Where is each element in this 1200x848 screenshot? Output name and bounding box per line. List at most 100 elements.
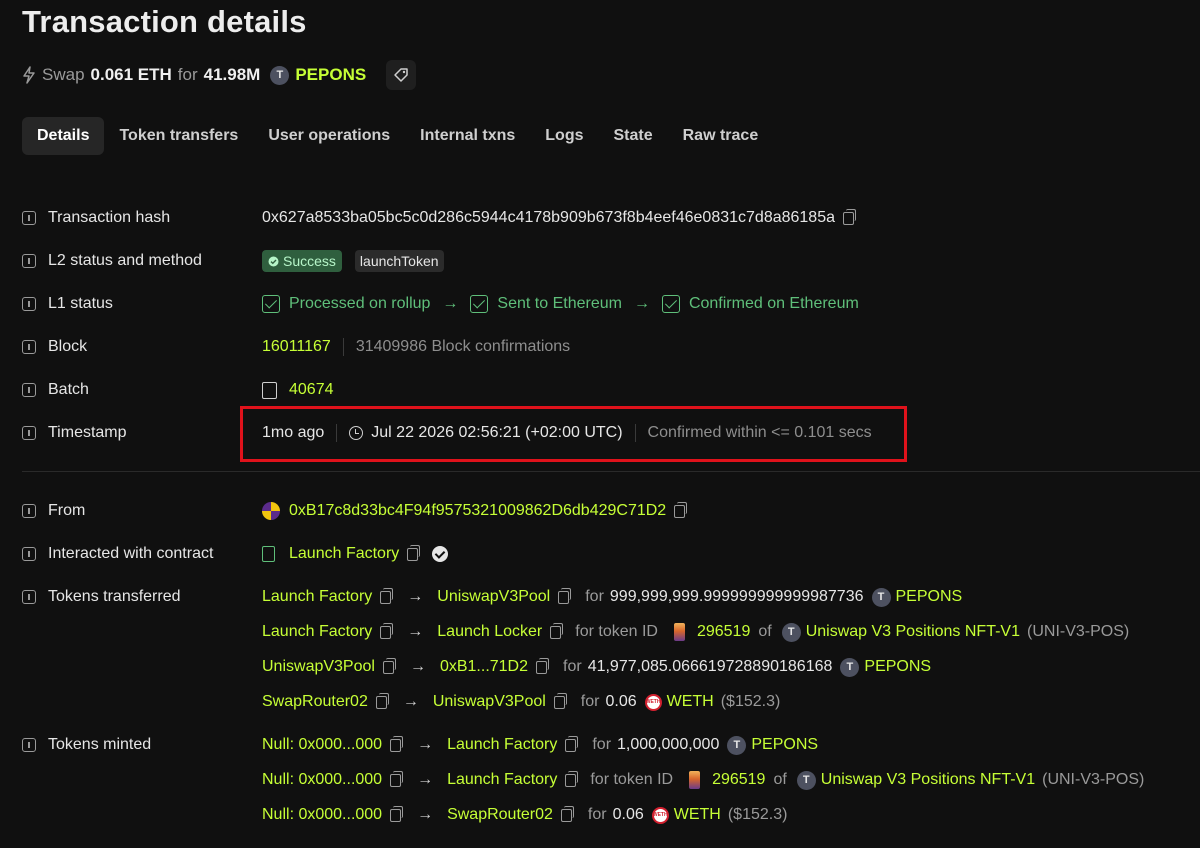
block-confirmations: 31409986 Block confirmations bbox=[355, 338, 571, 355]
info-icon[interactable] bbox=[22, 297, 36, 311]
transfer-to-link[interactable]: 0xB1...71D2 bbox=[440, 658, 528, 676]
row-l1-status: L1 status Processed on rollup → Sent to … bbox=[22, 290, 1200, 318]
info-icon[interactable] bbox=[22, 590, 36, 604]
copy-icon[interactable] bbox=[390, 735, 404, 752]
mint-to-link[interactable]: SwapRouter02 bbox=[447, 806, 553, 824]
tab-state[interactable]: State bbox=[599, 117, 668, 155]
mint-amount: 0.06 bbox=[612, 806, 644, 823]
copy-icon[interactable] bbox=[536, 657, 550, 674]
copy-icon[interactable] bbox=[380, 587, 394, 604]
token-icon: T bbox=[871, 587, 891, 607]
mint-amount: 1,000,000,000 bbox=[617, 736, 720, 753]
from-address-link[interactable]: 0xB17c8d33bc4F94f9575321009862D6db429C71… bbox=[289, 502, 666, 520]
info-icon[interactable] bbox=[22, 383, 36, 397]
transfer-token-link[interactable]: PEPONS bbox=[896, 588, 963, 606]
arrow-right-icon: → bbox=[409, 658, 426, 675]
mint-token-link[interactable]: Uniswap V3 Positions NFT-V1 bbox=[821, 771, 1035, 789]
mint-to-link[interactable]: Launch Factory bbox=[447, 736, 557, 754]
copy-icon[interactable] bbox=[565, 770, 579, 787]
arrow-right-icon: → bbox=[442, 295, 459, 312]
label-l2-status: L2 status and method bbox=[48, 252, 202, 269]
info-icon[interactable] bbox=[22, 254, 36, 268]
check-circle-icon bbox=[268, 256, 279, 266]
transfer-amount: 999,999,999.999999999999987736 bbox=[609, 588, 864, 605]
info-icon[interactable] bbox=[22, 426, 36, 440]
copy-icon[interactable] bbox=[375, 692, 389, 709]
copy-icon[interactable] bbox=[560, 805, 574, 822]
tab-token-transfers[interactable]: Token transfers bbox=[104, 117, 253, 155]
label-tokens-transferred: Tokens transferred bbox=[48, 588, 181, 605]
transfer-to-link[interactable]: UniswapV3Pool bbox=[433, 693, 546, 711]
transfer-from-link[interactable]: Launch Factory bbox=[262, 623, 372, 641]
mint-from-link[interactable]: Null: 0x000...000 bbox=[262, 771, 382, 789]
transfer-to-link[interactable]: UniswapV3Pool bbox=[437, 588, 550, 606]
tx-summary: Swap 0.061 ETH for 41.98M T PEPONS bbox=[22, 60, 417, 90]
copy-icon[interactable] bbox=[407, 544, 421, 561]
l1-step-processed: Processed on rollup bbox=[262, 295, 430, 313]
info-icon[interactable] bbox=[22, 211, 36, 225]
contract-link[interactable]: Launch Factory bbox=[289, 545, 399, 563]
transfer-to-link[interactable]: Launch Locker bbox=[437, 623, 542, 641]
transfer-from-link[interactable]: Launch Factory bbox=[262, 588, 372, 606]
tabs-bar: Details Token transfers User operations … bbox=[22, 117, 773, 155]
transfer-from-link[interactable]: SwapRouter02 bbox=[262, 693, 368, 711]
mint-token-link[interactable]: PEPONS bbox=[751, 736, 818, 754]
summary-token-link[interactable]: PEPONS bbox=[295, 65, 366, 85]
transfer-token-link[interactable]: Uniswap V3 Positions NFT-V1 bbox=[806, 623, 1020, 641]
weth-icon: WETH bbox=[644, 693, 662, 711]
info-icon[interactable] bbox=[22, 340, 36, 354]
copy-icon[interactable] bbox=[380, 622, 394, 639]
row-tokens-minted-2: Null: 0x000...000 → Launch Factory for t… bbox=[262, 770, 1145, 790]
row-tokens-transferred-3: UniswapV3Pool → 0xB1...71D2 for 41,977,0… bbox=[262, 657, 932, 677]
arrow-right-icon: → bbox=[417, 736, 434, 753]
tab-raw-trace[interactable]: Raw trace bbox=[668, 117, 774, 155]
bolt-icon bbox=[22, 66, 36, 84]
tag-button[interactable] bbox=[386, 60, 417, 90]
token-icon: T bbox=[270, 65, 290, 85]
copy-icon[interactable] bbox=[382, 657, 396, 674]
mint-from-link[interactable]: Null: 0x000...000 bbox=[262, 806, 382, 824]
token-id-link[interactable]: 296519 bbox=[712, 771, 765, 789]
row-contract: Interacted with contract Launch Factory bbox=[22, 540, 1200, 568]
copy-icon[interactable] bbox=[674, 501, 688, 518]
label-from: From bbox=[48, 502, 86, 519]
batch-number-link[interactable]: 40674 bbox=[289, 381, 334, 399]
transfer-amount: 0.06 bbox=[605, 693, 637, 710]
tag-icon bbox=[394, 68, 408, 82]
separator bbox=[342, 338, 344, 356]
token-icon: T bbox=[840, 657, 860, 677]
tab-internal-txns[interactable]: Internal txns bbox=[405, 117, 530, 155]
block-number-link[interactable]: 16011167 bbox=[262, 338, 331, 356]
tab-logs[interactable]: Logs bbox=[530, 117, 598, 155]
mint-token-link[interactable]: WETH bbox=[674, 806, 721, 824]
copy-icon[interactable] bbox=[565, 735, 579, 752]
info-icon[interactable] bbox=[22, 547, 36, 561]
transfer-token-link[interactable]: PEPONS bbox=[864, 658, 931, 676]
transfer-token-link[interactable]: WETH bbox=[667, 693, 714, 711]
row-tokens-minted: Tokens minted Null: 0x000...000 → Launch… bbox=[22, 731, 1200, 759]
tab-details[interactable]: Details bbox=[22, 117, 105, 155]
mint-to-link[interactable]: Launch Factory bbox=[447, 771, 557, 789]
token-id-link[interactable]: 296519 bbox=[697, 623, 750, 641]
tx-hash-value: 0x627a8533ba05bc5c0d286c5944c4178b909b67… bbox=[262, 209, 835, 226]
info-icon[interactable] bbox=[22, 738, 36, 752]
token-symbol: (UNI-V3-POS) bbox=[1027, 623, 1130, 640]
copy-icon[interactable] bbox=[550, 622, 564, 639]
copy-icon[interactable] bbox=[390, 805, 404, 822]
copy-icon[interactable] bbox=[843, 208, 856, 225]
summary-action: Swap bbox=[42, 65, 85, 84]
tab-user-operations[interactable]: User operations bbox=[253, 117, 405, 155]
label-l1-status: L1 status bbox=[48, 295, 113, 312]
transfer-from-link[interactable]: UniswapV3Pool bbox=[262, 658, 375, 676]
section-divider bbox=[22, 471, 1200, 472]
copy-icon[interactable] bbox=[390, 770, 404, 787]
copy-icon[interactable] bbox=[558, 587, 572, 604]
status-badge: Success bbox=[262, 250, 342, 272]
info-icon[interactable] bbox=[22, 504, 36, 518]
arrow-right-icon: → bbox=[417, 771, 434, 788]
mint-from-link[interactable]: Null: 0x000...000 bbox=[262, 736, 382, 754]
copy-icon[interactable] bbox=[553, 692, 567, 709]
token-icon: T bbox=[727, 735, 747, 755]
usd-value: ($152.3) bbox=[727, 806, 788, 823]
address-avatar bbox=[262, 502, 280, 520]
